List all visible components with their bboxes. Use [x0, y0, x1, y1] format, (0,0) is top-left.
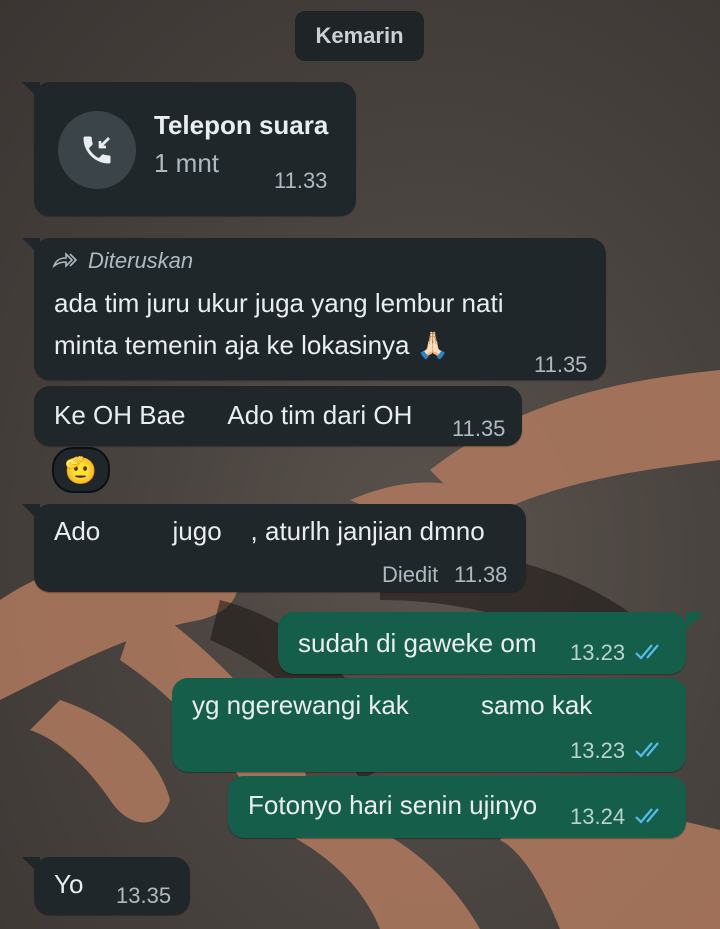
- forward-icon: [52, 252, 78, 269]
- reaction-badge[interactable]: 🫡: [52, 447, 110, 493]
- message-time: 11.35: [452, 416, 506, 441]
- forwarded-label: Diteruskan: [52, 248, 193, 274]
- message-text: Fotonyo hari senin ujinyo: [248, 790, 538, 820]
- message-bubble-outgoing[interactable]: sudah di gaweke om 13.23: [278, 612, 686, 674]
- message-bubble-outgoing[interactable]: yg ngerewangi kak samo kak 13.23: [172, 678, 686, 772]
- message-time: 13.24: [570, 804, 626, 829]
- message-text: sudah di gaweke om: [298, 628, 537, 658]
- message-bubble-outgoing[interactable]: Fotonyo hari senin ujinyo 13.24: [228, 776, 686, 838]
- voice-call-bubble[interactable]: Telepon suara 1 mnt 11.33: [34, 82, 356, 216]
- edited-label: Diedit: [382, 562, 439, 587]
- forwarded-text: Diteruskan: [88, 248, 194, 273]
- call-title: Telepon suara: [154, 110, 329, 140]
- message-time: 13.23: [570, 738, 626, 763]
- message-time: 11.35: [534, 352, 588, 377]
- message-bubble[interactable]: Ke OH Bae Ado tim dari OH 11.35: [34, 386, 522, 446]
- incoming-call-icon: [58, 111, 136, 189]
- message-time: 11.33: [274, 168, 328, 193]
- message-text-line: minta temenin aja ke lokasinya 🙏🏻: [54, 330, 450, 360]
- message-bubble[interactable]: Yo 13.35: [34, 857, 190, 915]
- message-time: 11.38: [454, 562, 508, 587]
- bubble-tail: [686, 612, 704, 630]
- message-text: Ke OH Bae Ado tim dari OH: [54, 400, 413, 430]
- read-receipt-icon: [635, 742, 659, 758]
- message-text: Ado jugo , aturlh janjian dmno: [54, 516, 485, 546]
- read-receipt-icon: [635, 644, 659, 660]
- message-bubble[interactable]: Ado jugo , aturlh janjian dmno Diedit 11…: [34, 504, 526, 592]
- date-chip: Kemarin: [295, 11, 424, 61]
- message-time: 13.35: [116, 883, 172, 908]
- call-duration: 1 mnt: [154, 148, 220, 178]
- read-receipt-icon: [635, 808, 659, 824]
- message-bubble[interactable]: Diteruskan ada tim juru ukur juga yang l…: [34, 238, 606, 380]
- message-time: 13.23: [570, 640, 626, 665]
- message-text: yg ngerewangi kak samo kak: [192, 690, 593, 720]
- message-text: Yo: [54, 869, 84, 899]
- message-text-line: ada tim juru ukur juga yang lembur nati: [54, 288, 504, 318]
